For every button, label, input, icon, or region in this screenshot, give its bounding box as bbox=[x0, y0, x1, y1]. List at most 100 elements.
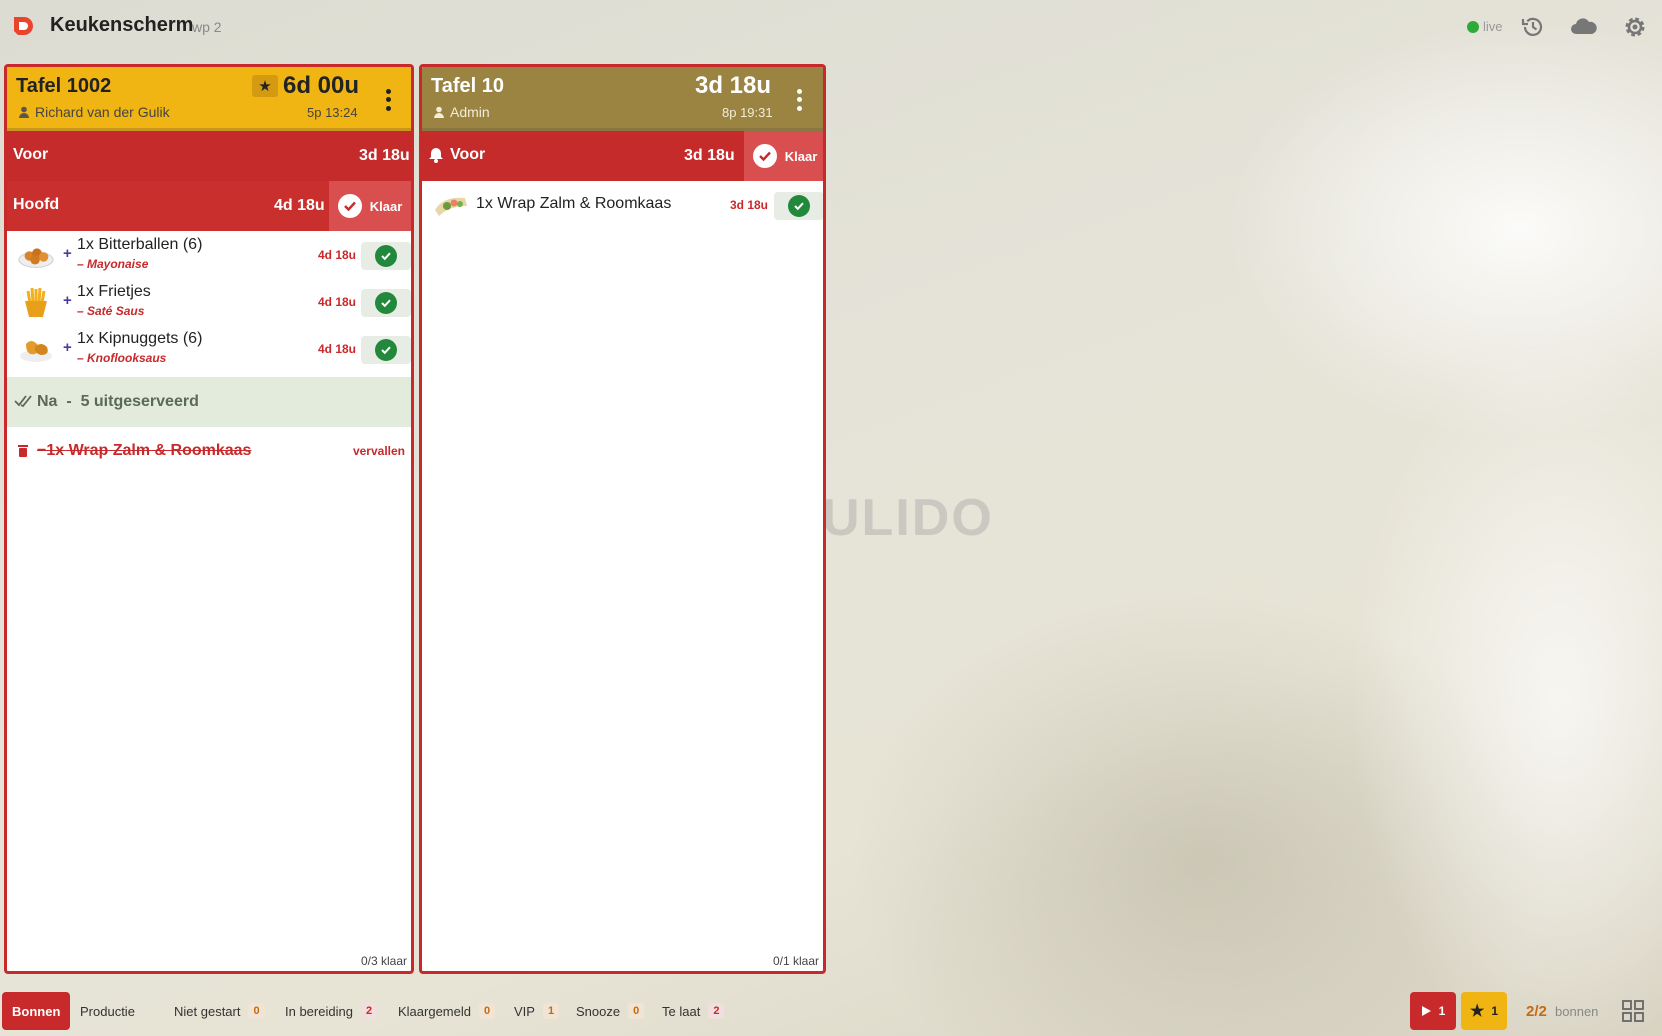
grid-view-icon[interactable] bbox=[1622, 1000, 1644, 1022]
item-modifier: – Mayonaise bbox=[77, 257, 149, 271]
filter-count: 0 bbox=[628, 1003, 645, 1019]
history-icon[interactable] bbox=[1518, 12, 1548, 42]
item-done-button[interactable] bbox=[361, 289, 411, 317]
course-voor[interactable]: Voor 3d 18u Klaar bbox=[422, 131, 823, 181]
tab-label: Bonnen bbox=[12, 1003, 61, 1019]
user-name: Richard van der Gulik bbox=[35, 104, 170, 120]
course-name: Voor bbox=[13, 146, 49, 163]
table-name: Tafel 10 bbox=[431, 75, 504, 97]
ready-counter: 0/3 klaar bbox=[360, 954, 407, 968]
page-title: Keukenscherm bbox=[50, 14, 194, 36]
filter-te-laat[interactable]: Te laat 2 bbox=[652, 992, 734, 1030]
course-time: 4d 18u bbox=[274, 197, 325, 214]
ready-counter: 0/1 klaar bbox=[772, 954, 819, 968]
course-name: Hoofd bbox=[13, 196, 60, 213]
card-header[interactable]: Tafel 10 Admin 3d 18u 8p 19:31 bbox=[422, 67, 823, 131]
item-name: 1x Kipnuggets (6) bbox=[77, 330, 203, 347]
list-item[interactable]: + 1x Frietjes – Saté Saus 4d 18u bbox=[7, 278, 411, 325]
filter-label: VIP bbox=[514, 1003, 535, 1019]
cloud-icon[interactable] bbox=[1569, 12, 1599, 42]
course-name-label: Voor bbox=[450, 146, 486, 163]
filter-in-bereiding[interactable]: In bereiding 2 bbox=[275, 992, 387, 1030]
voided-status: vervallen bbox=[352, 444, 405, 458]
double-check-icon bbox=[14, 394, 34, 413]
vip-star-icon: ★ bbox=[252, 75, 278, 97]
filter-label: Snooze bbox=[576, 1003, 621, 1019]
guests-and-time: 5p 13:24 bbox=[307, 105, 358, 120]
bon-count: 2/2 bbox=[1526, 1003, 1547, 1020]
guests-and-time: 8p 19:31 bbox=[722, 105, 773, 120]
user-name: Admin bbox=[450, 104, 490, 120]
card-header[interactable]: Tafel 1002 Richard van der Gulik ★ 6d 00… bbox=[7, 67, 411, 131]
item-done-button[interactable] bbox=[361, 242, 411, 270]
add-icon: + bbox=[63, 339, 72, 356]
item-name: 1x Bitterballen (6) bbox=[77, 236, 203, 253]
fries-icon bbox=[17, 286, 55, 318]
live-status-dot-icon bbox=[1467, 21, 1479, 33]
served-course-row[interactable]: Na - 5 uitgeserveerd bbox=[7, 377, 411, 427]
item-time: 4d 18u bbox=[318, 342, 357, 356]
bottom-bar: Bonnen Productie Niet gestart 0 In berei… bbox=[0, 992, 1662, 1036]
filter-count: 2 bbox=[708, 1003, 725, 1019]
check-icon bbox=[375, 339, 397, 361]
filter-count: 1 bbox=[542, 1003, 560, 1019]
course-hoofd[interactable]: Hoofd 4d 18u Klaar bbox=[7, 181, 411, 231]
item-time: 4d 18u bbox=[318, 295, 357, 309]
app-logo-icon bbox=[12, 15, 34, 37]
item-done-button[interactable] bbox=[774, 192, 823, 220]
list-item[interactable]: + 1x Kipnuggets (6) – Knoflooksaus 4d 18… bbox=[7, 325, 411, 372]
voided-item-row: −1x Wrap Zalm & Roomkaas vervallen bbox=[7, 429, 411, 469]
card-user: Admin bbox=[433, 104, 490, 120]
tab-productie[interactable]: Productie bbox=[70, 992, 145, 1030]
bon-label: bonnen bbox=[1555, 1004, 1599, 1019]
elapsed-time: 3d 18u bbox=[695, 72, 772, 99]
add-icon: + bbox=[63, 292, 72, 309]
elapsed-time: 6d 00u bbox=[283, 72, 360, 99]
filter-vip[interactable]: VIP 1 bbox=[504, 992, 569, 1030]
order-card-tafel-1002: Tafel 1002 Richard van der Gulik ★ 6d 00… bbox=[4, 64, 414, 974]
trash-icon bbox=[18, 444, 28, 462]
order-card-tafel-10: Tafel 10 Admin 3d 18u 8p 19:31 Voor 3d 1… bbox=[419, 64, 826, 974]
top-bar: Keukenscherm wp 2 live bbox=[0, 0, 1662, 54]
item-time: 3d 18u bbox=[730, 198, 769, 212]
more-options-icon[interactable] bbox=[380, 87, 396, 113]
bon-counter: 2/2 bonnen bbox=[1526, 1003, 1598, 1020]
user-icon bbox=[19, 106, 29, 118]
course-voor[interactable]: Voor 3d 18u bbox=[7, 131, 411, 181]
klaar-button[interactable]: Klaar bbox=[744, 131, 823, 181]
voided-item-name: −1x Wrap Zalm & Roomkaas bbox=[37, 442, 252, 459]
served-summary: Na - 5 uitgeserveerd bbox=[37, 393, 199, 410]
course-name: Voor bbox=[428, 146, 485, 164]
item-name: 1x Wrap Zalm & Roomkaas bbox=[476, 195, 672, 212]
tab-bonnen[interactable]: Bonnen bbox=[2, 992, 71, 1030]
filter-count: 2 bbox=[360, 1003, 378, 1019]
card-user: Richard van der Gulik bbox=[18, 104, 170, 120]
list-item[interactable]: 1x Wrap Zalm & Roomkaas 3d 18u bbox=[422, 181, 823, 228]
klaar-button[interactable]: Klaar bbox=[329, 181, 411, 231]
brand-watermark: ULIDO bbox=[822, 489, 994, 547]
filter-label: In bereiding bbox=[285, 1003, 353, 1019]
workplace-label: wp 2 bbox=[192, 19, 222, 35]
table-name: Tafel 1002 bbox=[16, 75, 112, 97]
filter-label: Niet gestart bbox=[174, 1003, 241, 1019]
star-count: 1 bbox=[1491, 1004, 1499, 1018]
wrap-icon bbox=[432, 189, 470, 221]
check-icon bbox=[375, 292, 397, 314]
nuggets-icon bbox=[17, 333, 55, 365]
gear-icon[interactable] bbox=[1620, 12, 1650, 42]
more-options-icon[interactable] bbox=[791, 87, 807, 113]
filter-snooze[interactable]: Snooze 0 bbox=[566, 992, 654, 1030]
bitterballen-icon bbox=[17, 239, 55, 271]
filter-niet-gestart[interactable]: Niet gestart 0 bbox=[164, 992, 275, 1030]
klaar-label: Klaar bbox=[784, 148, 818, 164]
item-name: 1x Frietjes bbox=[77, 283, 151, 300]
live-status-label: live bbox=[1483, 19, 1503, 34]
filter-klaargemeld[interactable]: Klaargemeld 0 bbox=[388, 992, 505, 1030]
play-icon bbox=[1421, 1006, 1431, 1016]
item-done-button[interactable] bbox=[361, 336, 411, 364]
item-modifier: – Saté Saus bbox=[77, 304, 145, 318]
in-progress-button[interactable]: 1 bbox=[1410, 992, 1456, 1030]
vip-button[interactable]: ★ 1 bbox=[1461, 992, 1507, 1030]
served-course-name: Na bbox=[37, 393, 58, 410]
list-item[interactable]: + 1x Bitterballen (6) – Mayonaise 4d 18u bbox=[7, 231, 411, 278]
